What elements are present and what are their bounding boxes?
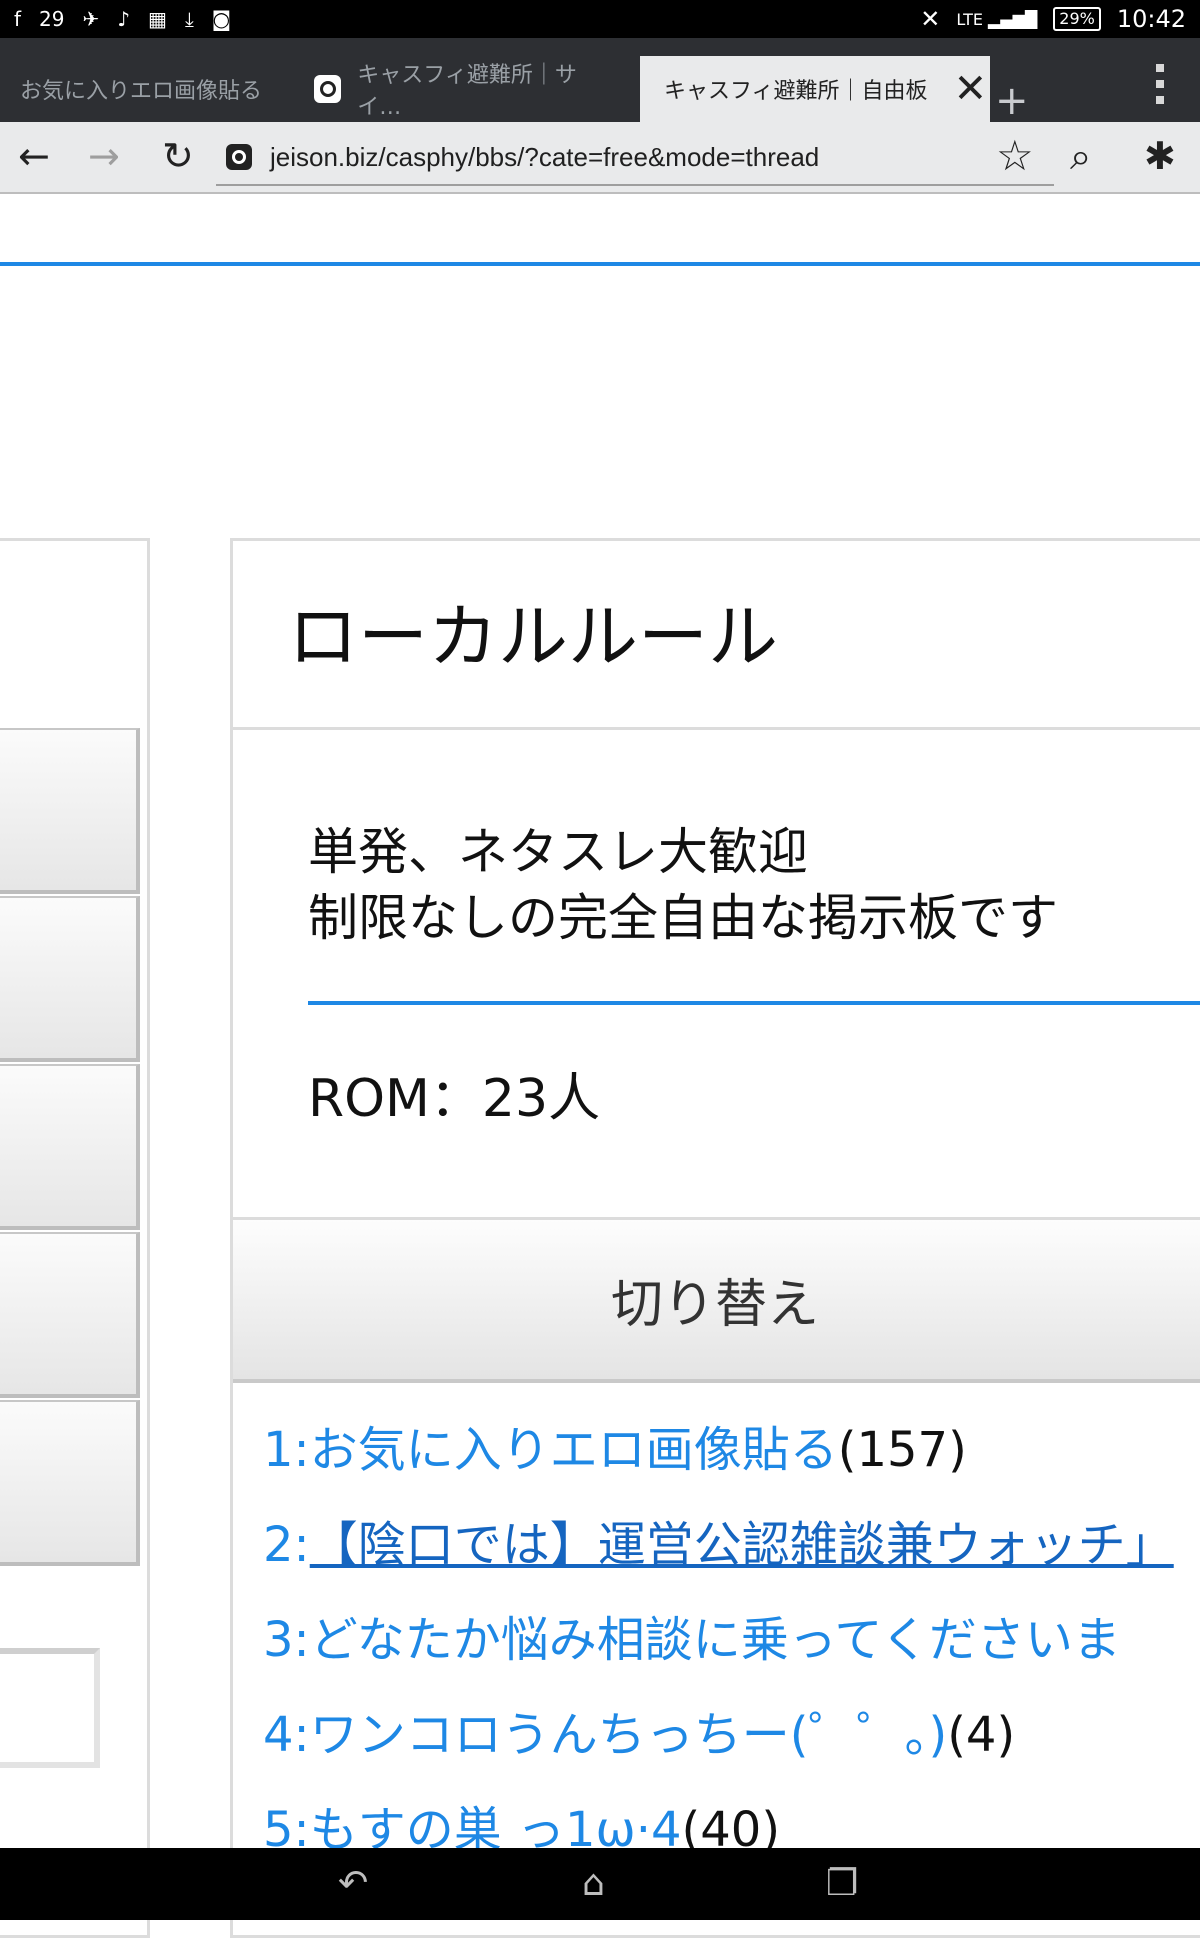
tab-favorite-images[interactable]: お気に入りエロ画像貼る [20,56,280,122]
bluetooth-off-icon: ✕ [920,5,941,33]
address-bar: ← → ↻ jeison.biz/casphy/bbs/?cate=free&m… [0,122,1200,194]
thread-link[interactable]: ワンコロうんちっちー(゜゜。) [310,1707,947,1763]
panel-title: ローカルルール [288,596,778,678]
facebook-icon: f [14,7,22,31]
sidebar-button-3[interactable] [0,1064,140,1230]
switch-button-label: 切り替え [610,1275,819,1335]
list-item[interactable]: 3:どなたか悩み相談に乗ってくださいま [263,1611,1200,1706]
tab-label: キャスフィ避難所｜自由板 [664,79,928,104]
keyboard-icon: ▦ [148,7,167,31]
app-icon: ◙ [211,7,232,31]
thread-count: (157) [837,1422,967,1478]
reload-icon[interactable]: ↻ [162,134,194,178]
rules-text: 単発、ネタスレ大歓迎 制限なしの完全自由な掲示板です [308,819,1058,951]
rules-line: 単発、ネタスレ大歓迎 [308,823,808,881]
rules-line: 制限なしの完全自由な掲示板です [308,889,1058,947]
panel-header: ローカルルール [233,541,1200,730]
status-left-icons: f 29 ✈ ♪ ▦ ⤓ ◙ [14,4,231,34]
sidebar-button-5[interactable] [0,1400,140,1566]
clock: 10:42 [1116,5,1186,33]
thread-number: 3: [263,1612,310,1668]
sidebar-button-1[interactable] [0,728,140,894]
rom-count: ROM：23人 [308,1069,601,1129]
bird-icon: ✈ [82,7,100,31]
list-item[interactable]: 1:お気に入りエロ画像貼る(157) [263,1421,1200,1516]
thread-link[interactable]: 【陰口では】運営公認雑談兼ウォッチ」 [310,1517,1174,1573]
download-icon: ⤓ [184,7,194,31]
new-tab-icon[interactable]: + [995,78,1029,124]
status-bar: f 29 ✈ ♪ ▦ ⤓ ◙ ✕ LTE ▂▄▆█ 29% 10:42 [0,0,1200,38]
url-field[interactable]: jeison.biz/casphy/bbs/?cate=free&mode=th… [216,130,1054,186]
system-nav-bar: ↶ ⌂ ❐ [0,1848,1200,1920]
site-favicon-icon [314,75,342,103]
tab-strip: お気に入りエロ画像貼る キャスフィ避難所｜サイ… キャスフィ避難所｜自由板 ✕ … [0,38,1200,124]
sidebar-button-4[interactable] [0,1232,140,1398]
tab-label: お気に入りエロ画像貼る [20,79,263,104]
list-item[interactable]: 4:ワンコロうんちっちー(゜゜。)(4) [263,1706,1200,1801]
search-icon[interactable]: ⌕ [1070,134,1091,178]
thread-number: 4: [263,1707,310,1763]
thread-list: 1:お気に入りエロ画像貼る(157) 2:【陰口では】運営公認雑談兼ウォッチ」 … [263,1421,1200,1896]
bookmark-star-icon[interactable]: ☆ [996,134,1034,178]
tab-label: キャスフィ避難所｜サイ… [357,63,577,120]
thread-link[interactable]: どなたか悩み相談に乗ってくださいま [310,1612,1121,1668]
local-rules-panel: ローカルルール 単発、ネタスレ大歓迎 制限なしの完全自由な掲示板です ROM：2… [230,538,1200,1938]
thread-count: (4) [947,1707,1016,1763]
thread-number: 2: [263,1517,310,1573]
sidebar-input[interactable] [0,1648,100,1768]
notification-29-icon: 29 [39,7,65,31]
recents-icon[interactable]: ❐ [826,1864,858,1904]
rules-divider [308,1001,1200,1005]
sidebar-button-2[interactable] [0,896,140,1062]
list-item[interactable]: 2:【陰口では】運営公認雑談兼ウォッチ」 [263,1516,1200,1611]
header-divider [0,262,1200,266]
switch-button[interactable]: 切り替え [233,1217,1200,1383]
bookmarks-icon[interactable]: ✱ [1144,134,1176,178]
status-right: ✕ LTE ▂▄▆█ 29% 10:42 [920,0,1186,38]
overflow-menu-icon[interactable] [1156,64,1164,112]
thread-link[interactable]: お気に入りエロ画像貼る [310,1422,838,1478]
tab-casphy-free[interactable]: キャスフィ避難所｜自由板 ✕ [640,56,990,122]
music-note-icon: ♪ [117,7,131,31]
back-nav-icon[interactable]: ↶ [338,1864,368,1904]
back-icon[interactable]: ← [18,134,50,178]
site-favicon-icon [226,144,252,170]
home-icon[interactable]: ⌂ [582,1864,605,1904]
thread-number: 1: [263,1422,310,1478]
forward-icon[interactable]: → [88,134,120,178]
signal-icon: LTE ▂▄▆█ [956,9,1038,29]
close-tab-icon[interactable]: ✕ [954,69,988,109]
battery-indicator: 29% [1053,7,1101,31]
url-text: jeison.biz/casphy/bbs/?cate=free&mode=th… [270,142,820,172]
tab-casphy-site[interactable]: キャスフィ避難所｜サイ… [314,56,614,122]
